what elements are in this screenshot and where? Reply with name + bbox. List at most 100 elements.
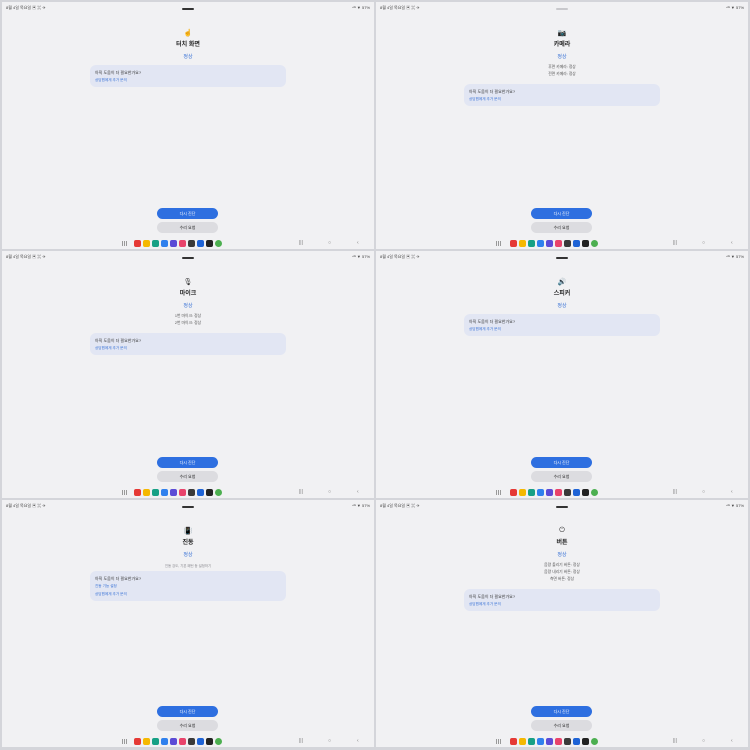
blue-app-icon[interactable]: [537, 240, 544, 247]
dark-app-icon[interactable]: [188, 489, 195, 496]
chrome-app-icon[interactable]: [591, 738, 598, 745]
dark-app-icon[interactable]: [564, 240, 571, 247]
drag-handle[interactable]: [182, 8, 194, 10]
drag-handle[interactable]: [556, 257, 568, 259]
retest-button[interactable]: 다시 진단: [531, 457, 592, 468]
black-circle-app-icon[interactable]: [206, 240, 213, 247]
purple-app-icon[interactable]: [170, 240, 177, 247]
dark-app-icon[interactable]: [564, 489, 571, 496]
recent-apps-button[interactable]: |||: [673, 738, 677, 745]
apps-grid-icon[interactable]: [496, 739, 501, 744]
red-app-icon[interactable]: [134, 738, 141, 745]
retest-button[interactable]: 다시 진단: [531, 208, 592, 219]
retest-button[interactable]: 다시 진단: [157, 706, 218, 717]
recent-apps-button[interactable]: |||: [673, 489, 677, 496]
black-circle-app-icon[interactable]: [206, 489, 213, 496]
retest-button[interactable]: 다시 진단: [157, 457, 218, 468]
folder-app-icon[interactable]: [519, 738, 526, 745]
dark-app-icon[interactable]: [188, 738, 195, 745]
blue-app-icon[interactable]: [161, 738, 168, 745]
dark-app-icon[interactable]: [564, 738, 571, 745]
drag-handle[interactable]: [556, 8, 568, 10]
retest-button[interactable]: 다시 진단: [531, 706, 592, 717]
repair-request-button[interactable]: 수리 요청: [531, 222, 592, 233]
back-button[interactable]: ‹: [357, 240, 359, 247]
teal-app-icon[interactable]: [152, 240, 159, 247]
blue-square-app-icon[interactable]: [573, 489, 580, 496]
home-button[interactable]: ○: [702, 240, 705, 247]
apps-grid-icon[interactable]: [496, 490, 501, 495]
back-button[interactable]: ‹: [731, 240, 733, 247]
repair-request-button[interactable]: 수리 요청: [531, 720, 592, 731]
blue-square-app-icon[interactable]: [197, 489, 204, 496]
black-circle-app-icon[interactable]: [206, 738, 213, 745]
purple-app-icon[interactable]: [546, 240, 553, 247]
apps-grid-icon[interactable]: [496, 241, 501, 246]
red-app-icon[interactable]: [134, 489, 141, 496]
folder-app-icon[interactable]: [143, 240, 150, 247]
home-button[interactable]: ○: [328, 738, 331, 745]
blue-square-app-icon[interactable]: [197, 240, 204, 247]
drag-handle[interactable]: [556, 506, 568, 508]
teal-app-icon[interactable]: [528, 489, 535, 496]
home-button[interactable]: ○: [328, 240, 331, 247]
retest-button[interactable]: 다시 진단: [157, 208, 218, 219]
black-circle-app-icon[interactable]: [582, 240, 589, 247]
chrome-app-icon[interactable]: [215, 738, 222, 745]
folder-app-icon[interactable]: [519, 240, 526, 247]
blue-app-icon[interactable]: [537, 738, 544, 745]
home-button[interactable]: ○: [328, 489, 331, 496]
purple-app-icon[interactable]: [170, 489, 177, 496]
dark-app-icon[interactable]: [188, 240, 195, 247]
back-button[interactable]: ‹: [357, 489, 359, 496]
red-app-icon[interactable]: [510, 489, 517, 496]
teal-app-icon[interactable]: [152, 489, 159, 496]
purple-app-icon[interactable]: [546, 738, 553, 745]
red-app-icon[interactable]: [510, 240, 517, 247]
pink-app-icon[interactable]: [555, 738, 562, 745]
repair-request-button[interactable]: 수리 요청: [157, 222, 218, 233]
back-button[interactable]: ‹: [357, 738, 359, 745]
help-link[interactable]: 상담원에게 추가 문의: [469, 602, 501, 607]
recent-apps-button[interactable]: |||: [299, 738, 303, 745]
recent-apps-button[interactable]: |||: [299, 489, 303, 496]
black-circle-app-icon[interactable]: [582, 489, 589, 496]
folder-app-icon[interactable]: [519, 489, 526, 496]
teal-app-icon[interactable]: [528, 240, 535, 247]
blue-app-icon[interactable]: [537, 489, 544, 496]
home-button[interactable]: ○: [702, 489, 705, 496]
chrome-app-icon[interactable]: [591, 489, 598, 496]
apps-grid-icon[interactable]: [122, 241, 127, 246]
help-link[interactable]: 상담원에게 추가 문의: [469, 327, 501, 332]
chrome-app-icon[interactable]: [215, 489, 222, 496]
red-app-icon[interactable]: [134, 240, 141, 247]
back-button[interactable]: ‹: [731, 489, 733, 496]
blue-square-app-icon[interactable]: [197, 738, 204, 745]
drag-handle[interactable]: [182, 506, 194, 508]
back-button[interactable]: ‹: [731, 738, 733, 745]
folder-app-icon[interactable]: [143, 738, 150, 745]
teal-app-icon[interactable]: [152, 738, 159, 745]
help-link[interactable]: 상담원에게 추가 문의: [95, 592, 127, 597]
teal-app-icon[interactable]: [528, 738, 535, 745]
help-link[interactable]: 상담원에게 추가 문의: [95, 346, 127, 351]
recent-apps-button[interactable]: |||: [299, 240, 303, 247]
repair-request-button[interactable]: 수리 요청: [531, 471, 592, 482]
help-link[interactable]: 진동 기능 설정: [95, 584, 117, 589]
pink-app-icon[interactable]: [179, 240, 186, 247]
apps-grid-icon[interactable]: [122, 739, 127, 744]
pink-app-icon[interactable]: [555, 240, 562, 247]
pink-app-icon[interactable]: [179, 738, 186, 745]
blue-app-icon[interactable]: [161, 489, 168, 496]
help-link[interactable]: 상담원에게 추가 문의: [469, 97, 501, 102]
black-circle-app-icon[interactable]: [582, 738, 589, 745]
chrome-app-icon[interactable]: [591, 240, 598, 247]
blue-square-app-icon[interactable]: [573, 240, 580, 247]
purple-app-icon[interactable]: [546, 489, 553, 496]
home-button[interactable]: ○: [702, 738, 705, 745]
recent-apps-button[interactable]: |||: [673, 240, 677, 247]
repair-request-button[interactable]: 수리 요청: [157, 471, 218, 482]
red-app-icon[interactable]: [510, 738, 517, 745]
blue-app-icon[interactable]: [161, 240, 168, 247]
pink-app-icon[interactable]: [179, 489, 186, 496]
